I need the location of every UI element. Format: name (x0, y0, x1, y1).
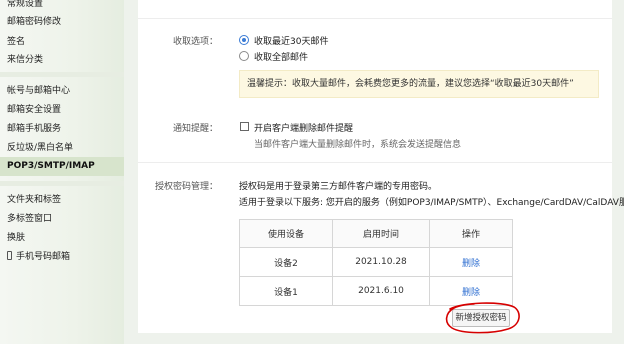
traffic-tip-text: 温馨提示：收取大量邮件，会耗费您更多的流量，建议您选择“收取最近30天邮件” (247, 79, 574, 89)
enabled-date-cell: 2021.10.28 (332, 247, 430, 277)
enabled-date-cell: 2021.6.10 (332, 276, 430, 306)
delete-reminder-label[interactable]: 开启客户端删除邮件提醒 (254, 121, 353, 134)
column-header-action: 操作 (429, 219, 513, 248)
sidebar-divider (0, 72, 124, 77)
sidebar-item-signature[interactable]: 签名 (7, 34, 25, 50)
column-header-device: 使用设备 (239, 219, 333, 248)
receive-all-radio[interactable] (239, 51, 249, 61)
receive-options-label: 收取选项： (172, 37, 218, 47)
section-divider (138, 162, 612, 163)
phone-icon (7, 251, 12, 260)
auth-code-services: 适用于登录以下服务: 您开启的服务（例如POP3/IMAP/SMTP）、Exch… (239, 198, 624, 208)
receive-all-label[interactable]: 收取全部邮件 (254, 50, 308, 63)
sidebar-item-folders-tags[interactable]: 文件夹和标签 (7, 192, 61, 208)
table-row: 设备1 2021.6.10 删除 (239, 276, 513, 306)
receive-30days-label[interactable]: 收取最近30天邮件 (254, 34, 328, 47)
sidebar-divider (0, 181, 124, 186)
sidebar-item-pop3-smtp-imap[interactable]: POP3/SMTP/IMAP (7, 157, 95, 176)
table-row: 设备2 2021.10.28 删除 (239, 247, 513, 277)
auth-code-table: 使用设备 启用时间 操作 设备2 2021.10.28 删除 设备1 2021.… (239, 219, 513, 306)
delete-link[interactable]: 删除 (462, 259, 480, 269)
sidebar-item-label: 手机号码邮箱 (16, 252, 71, 262)
delete-reminder-hint: 当邮件客户端大量删除邮件时，系统会发送提醒信息 (254, 140, 462, 150)
section-divider (138, 18, 612, 19)
sidebar-item-antispam[interactable]: 反垃圾/黑白名单 (7, 140, 73, 156)
sidebar-item-multi-tab[interactable]: 多标签窗口 (7, 211, 52, 227)
traffic-tip-box: 温馨提示：收取大量邮件，会耗费您更多的流量，建议您选择“收取最近30天邮件” (239, 70, 599, 98)
sidebar-item-password[interactable]: 邮箱密码修改 (7, 14, 61, 30)
sidebar-item-security[interactable]: 邮箱安全设置 (7, 102, 61, 118)
sidebar-item-phone-mailbox[interactable]: 手机号码邮箱 (7, 249, 70, 265)
delete-link[interactable]: 删除 (462, 288, 480, 298)
notify-label: 通知提醒： (172, 124, 218, 134)
receive-30days-radio[interactable] (239, 35, 249, 45)
auth-code-description: 授权码是用于登录第三方邮件客户端的专用密码。 (239, 182, 438, 192)
settings-main-panel: 收取选项： 收取最近30天邮件 收取全部邮件 温馨提示：收取大量邮件，会耗费您更… (138, 0, 624, 334)
auth-code-label: 授权密码管理： (154, 182, 218, 192)
sidebar-item-mail-rules[interactable]: 来信分类 (7, 52, 43, 68)
device-name-cell: 设备1 (239, 276, 333, 306)
sidebar-item-general[interactable]: 常规设置 (7, 0, 43, 12)
table-header-row: 使用设备 启用时间 操作 (239, 219, 513, 248)
sidebar-item-mobile-service[interactable]: 邮箱手机服务 (7, 121, 61, 137)
delete-reminder-checkbox[interactable] (240, 122, 249, 131)
device-name-cell: 设备2 (239, 247, 333, 277)
add-auth-code-button[interactable]: 新增授权密码 (452, 309, 510, 327)
sidebar-item-account-center[interactable]: 帐号与邮箱中心 (7, 83, 70, 99)
column-header-enabled-time: 启用时间 (332, 219, 430, 248)
settings-sidebar: 常规设置 邮箱密码修改 签名 来信分类 帐号与邮箱中心 邮箱安全设置 邮箱手机服… (0, 0, 124, 344)
sidebar-item-skin[interactable]: 换肤 (7, 230, 25, 246)
